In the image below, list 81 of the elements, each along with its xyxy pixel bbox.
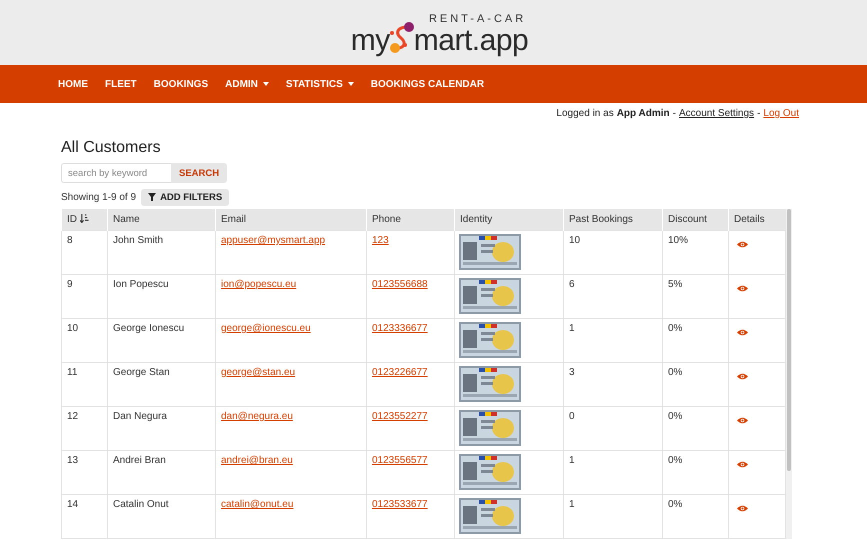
table-cell: 1 [564, 318, 662, 362]
email-link[interactable]: appuser@mysmart.app [221, 235, 326, 246]
search-field[interactable]: search by keyword [61, 163, 171, 183]
sort-icon [80, 214, 89, 223]
table-cell: 0 [564, 406, 662, 450]
column-header: Discount [662, 209, 728, 230]
separator: - [672, 108, 676, 121]
table-cell: John Smith [108, 230, 216, 274]
table-cell: George Ionescu [108, 318, 216, 362]
phone-link[interactable]: 0123556688 [372, 279, 428, 290]
eye-icon[interactable] [737, 505, 748, 512]
molecule-icon [388, 21, 415, 55]
column-header: Phone [366, 209, 454, 230]
eye-icon[interactable] [737, 241, 748, 248]
user-name: App Admin [616, 108, 670, 121]
nav-link[interactable]: ADMIN [225, 78, 269, 90]
table-cell: 0% [662, 450, 728, 494]
add-filters-button[interactable]: ADD FILTERS [141, 188, 230, 206]
column-header: Past Bookings [564, 209, 662, 230]
nav-link[interactable]: BOOKINGS [154, 78, 208, 90]
column-header: Identity [454, 209, 564, 230]
table-cell: 10 [62, 318, 108, 362]
table-cell: Catalin Onut [108, 494, 216, 538]
phone-link[interactable]: 123 [372, 235, 389, 246]
search-button[interactable]: SEARCH [171, 163, 228, 183]
email-link[interactable]: catalin@onut.eu [221, 499, 294, 510]
account-settings-link[interactable]: Account Settings [679, 108, 754, 125]
login-label: Logged in as [556, 108, 614, 121]
phone-link[interactable]: 0123556577 [372, 455, 428, 466]
nav-link[interactable]: FLEET [105, 78, 137, 90]
table-cell: 14 [62, 494, 108, 538]
table-cell: 6 [564, 274, 662, 318]
table-cell: Dan Negura [108, 406, 216, 450]
phone-link[interactable]: 0123533677 [372, 499, 428, 510]
page-title: All Customers [61, 139, 162, 157]
email-link[interactable]: george@stan.eu [221, 367, 296, 378]
table-cell: 1 [564, 494, 662, 538]
eye-icon[interactable] [737, 417, 748, 424]
table-cell: 10% [662, 230, 728, 274]
nav-link[interactable]: STATISTICS [286, 78, 354, 90]
phone-link[interactable]: 0123336677 [372, 323, 428, 334]
column-header: Name [108, 209, 216, 230]
table-cell: 0% [662, 406, 728, 450]
table-cell: 8 [62, 230, 108, 274]
table-cell: 13 [62, 450, 108, 494]
column-header[interactable]: ID [62, 209, 108, 230]
result-count: Showing 1-9 of 9 [61, 192, 136, 202]
nav-link[interactable]: BOOKINGS CALENDAR [370, 78, 484, 90]
logo-text: mart.app [414, 26, 528, 56]
eye-icon[interactable] [737, 329, 748, 336]
table-cell: 12 [62, 406, 108, 450]
table-cell: 10 [564, 230, 662, 274]
table-cell: 9 [62, 274, 108, 318]
column-header: Email [216, 209, 366, 230]
email-link[interactable]: ion@popescu.eu [221, 279, 296, 290]
eye-icon[interactable] [737, 373, 748, 380]
nav-link[interactable]: HOME [58, 78, 88, 90]
eye-icon[interactable] [737, 461, 748, 468]
logo-text: my [350, 26, 390, 56]
table-cell: 5% [662, 274, 728, 318]
table-cell: 1 [564, 450, 662, 494]
email-link[interactable]: george@ionescu.eu [221, 323, 311, 334]
filter-icon [148, 193, 156, 201]
table-cell: 0% [662, 494, 728, 538]
table-cell: Ion Popescu [108, 274, 216, 318]
phone-link[interactable]: 0123226677 [372, 367, 428, 378]
table-cell: Andrei Bran [108, 450, 216, 494]
table-cell: George Stan [108, 362, 216, 406]
email-link[interactable]: dan@negura.eu [221, 411, 293, 422]
scrollbar[interactable] [786, 209, 792, 539]
logout-link[interactable]: Log Out [763, 108, 799, 125]
table-cell: 0% [662, 318, 728, 362]
eye-icon[interactable] [737, 285, 748, 292]
table-cell: 3 [564, 362, 662, 406]
table-cell: 11 [62, 362, 108, 406]
logo-tagline: RENT-A-CAR [428, 13, 526, 25]
column-header: Details [728, 209, 786, 230]
email-link[interactable]: andrei@bran.eu [221, 455, 293, 466]
table-cell: 0% [662, 362, 728, 406]
separator: - [757, 108, 760, 121]
phone-link[interactable]: 0123552277 [372, 411, 428, 422]
